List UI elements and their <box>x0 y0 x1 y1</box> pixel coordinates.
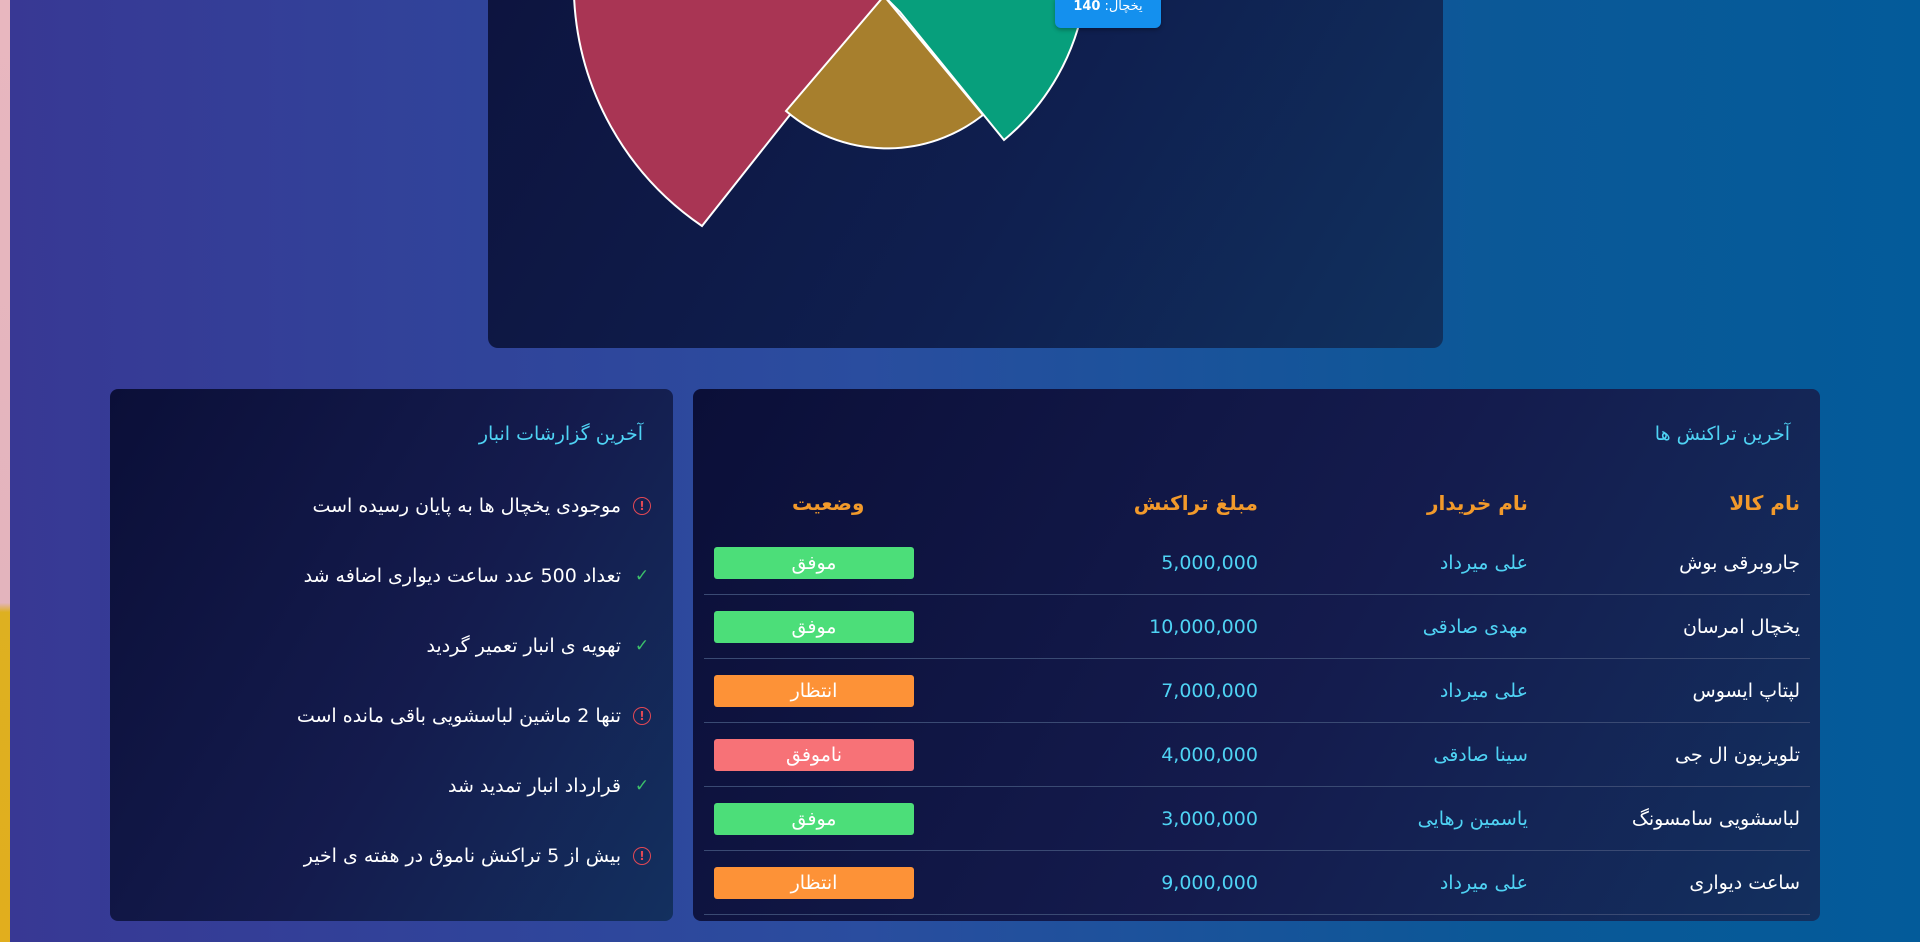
cell-item: جاروبرقی بوش <box>1537 531 1810 595</box>
table-row[interactable]: تلویزیون ال جی سینا صادقی 4,000,000 نامو… <box>704 722 1810 787</box>
cell-amount: 7,000,000 <box>992 658 1268 723</box>
warning-icon: ! <box>633 847 651 865</box>
table-row[interactable]: جاروبرقی بوش علی میرداد 5,000,000 موفق <box>704 531 1810 595</box>
cell-buyer: علی میرداد <box>1267 531 1538 595</box>
status-badge: موفق <box>714 802 914 835</box>
check-icon: ✓ <box>634 566 650 586</box>
table-row[interactable]: یخچال امرسان مهدی صادقی 10,000,000 موفق <box>704 594 1810 659</box>
report-text: قرارداد انبار تمدید شد <box>447 775 621 797</box>
transactions-table: نام کالا نام خریدار مبلغ تراکنش وضعیت جا… <box>704 475 1810 915</box>
header-buyer[interactable]: نام خریدار <box>1268 475 1538 531</box>
tooltip-label: یخچال: <box>1104 0 1143 14</box>
warning-icon: ! <box>633 497 651 515</box>
cell-amount: 3,000,000 <box>992 786 1268 851</box>
report-item: ✓ تعداد 500 عدد ساعت دیواری اضافه شد <box>130 541 653 611</box>
report-text: تهویه ی انبار تعمیر گردید <box>426 635 621 657</box>
cell-item: یخچال امرسان <box>1537 594 1810 659</box>
cell-buyer: علی میرداد <box>1267 850 1538 915</box>
cell-buyer: علی میرداد <box>1267 658 1538 723</box>
report-text: تعداد 500 عدد ساعت دیواری اضافه شد <box>303 565 621 587</box>
table-row[interactable]: ساعت دیواری علی میرداد 9,000,000 انتظار <box>704 850 1810 915</box>
check-icon: ✓ <box>634 636 650 656</box>
cell-buyer: سینا صادقی <box>1267 722 1538 787</box>
report-item: ! بیش از 5 تراکنش ناموق در هفته ی اخیر <box>130 821 653 891</box>
cell-buyer: مهدی صادقی <box>1267 594 1538 659</box>
cell-amount: 9,000,000 <box>992 850 1268 915</box>
transactions-title: آخرین تراکنش ها <box>1654 423 1790 445</box>
report-text: موجودی یخچال ها به پایان رسیده است <box>312 495 621 517</box>
cell-amount: 4,000,000 <box>992 722 1268 787</box>
pie-chart <box>573 0 1086 228</box>
table-row[interactable]: لباسشویی سامسونگ یاسمین رهایی 3,000,000 … <box>704 786 1810 851</box>
status-badge: موفق <box>714 610 914 643</box>
reports-list: ! موجودی یخچال ها به پایان رسیده است ✓ ت… <box>130 471 653 891</box>
report-item: ✓ تهویه ی انبار تعمیر گردید <box>130 611 653 681</box>
status-badge: ناموفق <box>714 738 914 771</box>
reports-title: آخرین گزارشات انبار <box>478 423 643 445</box>
warehouse-reports-card: آخرین گزارشات انبار ! موجودی یخچال ها به… <box>110 389 673 921</box>
cell-item: تلویزیون ال جی <box>1537 722 1810 787</box>
report-text: تنها 2 ماشین لباسشویی باقی مانده است <box>296 705 621 727</box>
tooltip-value: 140 <box>1073 0 1101 14</box>
cell-item: ساعت دیواری <box>1537 850 1810 915</box>
report-item: ! موجودی یخچال ها به پایان رسیده است <box>130 471 653 541</box>
status-badge: موفق <box>714 546 914 579</box>
report-item: ! تنها 2 ماشین لباسشویی باقی مانده است <box>130 681 653 751</box>
header-item[interactable]: نام کالا <box>1538 475 1810 531</box>
status-badge: انتظار <box>714 866 914 899</box>
cell-amount: 10,000,000 <box>992 594 1268 659</box>
status-badge: انتظار <box>714 674 914 707</box>
report-item: ✓ قرارداد انبار تمدید شد <box>130 751 653 821</box>
chart-tooltip: یخچال: 140 <box>1055 0 1161 28</box>
report-text: بیش از 5 تراکنش ناموق در هفته ی اخیر <box>303 845 621 867</box>
cell-item: لپتاپ ایسوس <box>1537 658 1810 723</box>
table-header-row: نام کالا نام خریدار مبلغ تراکنش وضعیت <box>704 475 1810 531</box>
table-row[interactable]: لپتاپ ایسوس علی میرداد 7,000,000 انتظار <box>704 658 1810 723</box>
warning-icon: ! <box>633 707 651 725</box>
transactions-card: آخرین تراکنش ها نام کالا نام خریدار مبلغ… <box>693 389 1820 921</box>
pie-chart-card: یخچال: 140 <box>488 0 1443 348</box>
check-icon: ✓ <box>634 776 650 796</box>
header-status[interactable]: وضعیت <box>704 475 992 531</box>
cell-amount: 5,000,000 <box>992 531 1268 595</box>
cell-item: لباسشویی سامسونگ <box>1537 786 1810 851</box>
header-amount[interactable]: مبلغ تراکنش <box>992 475 1267 531</box>
page-edge-strip <box>0 0 10 942</box>
cell-buyer: یاسمین رهایی <box>1267 786 1538 851</box>
